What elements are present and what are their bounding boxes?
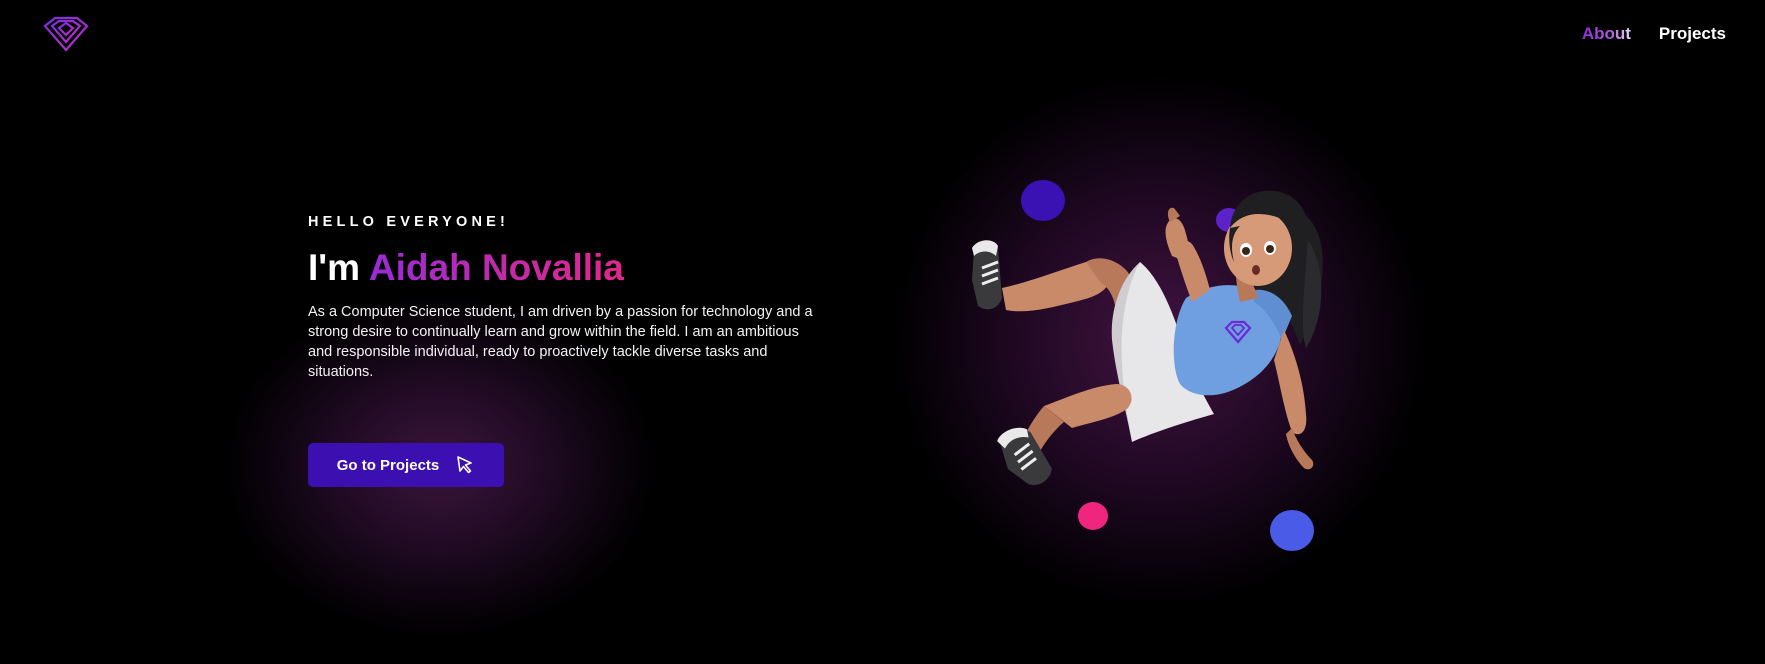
diamond-logo-icon[interactable] — [42, 14, 90, 54]
hero-title-name: Aidah Novallia — [368, 247, 624, 288]
hero-description: As a Computer Science student, I am driv… — [308, 303, 813, 380]
avatar-figure — [972, 190, 1323, 485]
nav-link-about[interactable]: About — [1582, 24, 1631, 44]
top-nav: About Projects — [1582, 24, 1726, 44]
hero-eyebrow: HELLO EVERYONE! — [308, 214, 510, 230]
nav-link-projects[interactable]: Projects — [1659, 24, 1726, 44]
hero-title-prefix: I'm — [308, 247, 360, 288]
hero-title: I'm Aidah Novallia — [308, 247, 828, 289]
page: About Projects HELLO EVERYONE! I'm Aidah… — [0, 0, 1765, 664]
avatar-illustration — [940, 170, 1380, 551]
hero-section: HELLO EVERYONE! I'm Aidah Novallia As a … — [308, 214, 828, 382]
cursor-arrow-icon — [457, 456, 473, 474]
go-to-projects-button[interactable]: Go to Projects — [308, 443, 504, 487]
go-to-projects-label: Go to Projects — [336, 456, 440, 474]
